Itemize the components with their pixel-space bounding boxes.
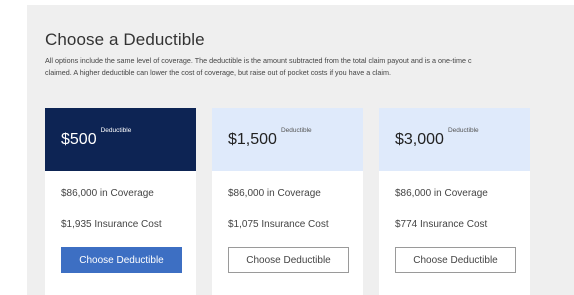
- option-header: $3,000Deductible: [379, 108, 530, 171]
- deductible-label: Deductible: [280, 127, 312, 134]
- deductible-amount: $1,500: [228, 131, 277, 148]
- option-header: $1,500Deductible: [212, 108, 363, 171]
- option-header: $500Deductible: [45, 108, 196, 171]
- description-line-1: All options include the same level of co…: [45, 56, 472, 65]
- coverage-text: $86,000 in Coverage: [228, 188, 321, 199]
- description-line-2: claimed. A higher deductible can lower t…: [45, 68, 391, 77]
- coverage-text: $86,000 in Coverage: [61, 188, 154, 199]
- deductible-option-500[interactable]: $500Deductible $86,000 in Coverage $1,93…: [45, 108, 196, 295]
- insurance-cost-text: $774 Insurance Cost: [395, 219, 488, 230]
- choose-deductible-button[interactable]: Choose Deductible: [61, 247, 182, 273]
- description: All options include the same level of co…: [45, 55, 569, 79]
- deductible-label: Deductible: [100, 127, 132, 134]
- coverage-text: $86,000 in Coverage: [395, 188, 488, 199]
- deductible-option-1500[interactable]: $1,500Deductible $86,000 in Coverage $1,…: [212, 108, 363, 295]
- deductible-amount: $500: [61, 131, 97, 148]
- deductible-label: Deductible: [447, 127, 479, 134]
- page-title: Choose a Deductible: [45, 30, 205, 49]
- deductible-amount: $3,000: [395, 131, 444, 148]
- option-price: $500Deductible: [61, 127, 131, 149]
- option-price: $1,500Deductible: [228, 127, 312, 149]
- choose-deductible-button[interactable]: Choose Deductible: [228, 247, 349, 273]
- choose-deductible-button[interactable]: Choose Deductible: [395, 247, 516, 273]
- option-price: $3,000Deductible: [395, 127, 479, 149]
- insurance-cost-text: $1,935 Insurance Cost: [61, 219, 162, 230]
- deductible-option-3000[interactable]: $3,000Deductible $86,000 in Coverage $77…: [379, 108, 530, 295]
- insurance-cost-text: $1,075 Insurance Cost: [228, 219, 329, 230]
